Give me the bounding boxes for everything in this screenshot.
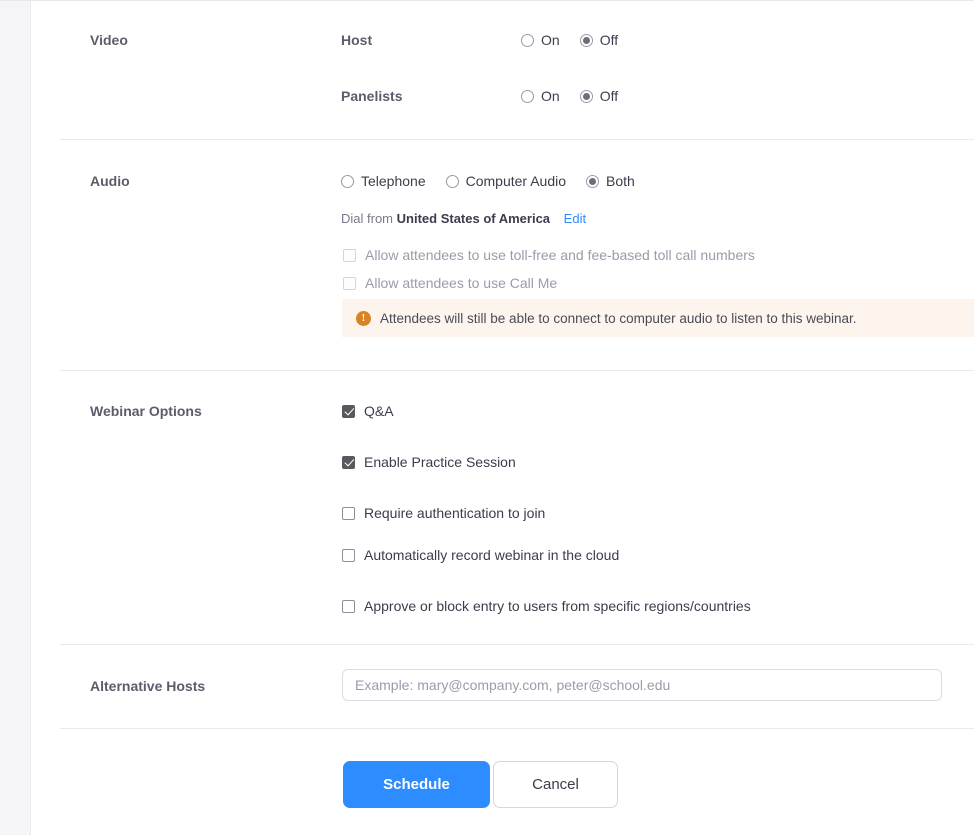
dial-from-prefix: Dial from [341, 211, 394, 226]
video-host-on-radio[interactable]: On [521, 32, 560, 48]
practice-session-checkbox-row[interactable]: Enable Practice Session [342, 454, 516, 470]
region-block-checkbox-row[interactable]: Approve or block entry to users from spe… [342, 598, 751, 614]
cancel-button[interactable]: Cancel [493, 761, 618, 808]
video-panelists-off-label: Off [599, 88, 619, 104]
audio-warning-text: Attendees will still be able to connect … [380, 310, 857, 326]
allow-tollfree-checkbox-row[interactable]: Allow attendees to use toll-free and fee… [343, 247, 755, 263]
checkbox-icon [343, 248, 356, 262]
video-host-off-label: Off [599, 32, 619, 48]
audio-warning-banner: ! Attendees will still be able to connec… [342, 299, 974, 337]
auto-record-checkbox-row[interactable]: Automatically record webinar in the clou… [342, 547, 619, 563]
qa-label: Q&A [364, 403, 394, 419]
webinar-schedule-settings-page: Video Host On Off Panelists On Off Audio… [0, 0, 974, 835]
allow-call-me-checkbox-row[interactable]: Allow attendees to use Call Me [343, 275, 557, 291]
region-block-label: Approve or block entry to users from spe… [364, 598, 751, 614]
dial-from-edit-link[interactable]: Edit [564, 211, 586, 226]
video-panelists-label: Panelists [341, 88, 403, 104]
radio-circle-icon [341, 174, 354, 188]
audio-type-radio-group[interactable]: Telephone Computer Audio Both [341, 173, 655, 189]
require-authentication-label: Require authentication to join [364, 505, 546, 521]
video-panelists-on-label: On [541, 88, 560, 104]
section-divider [60, 370, 974, 371]
alternative-hosts-label: Alternative Hosts [90, 678, 206, 694]
audio-both-radio[interactable]: Both [586, 173, 635, 189]
dial-from-country: United States of America [396, 211, 551, 226]
schedule-button[interactable]: Schedule [343, 761, 490, 808]
radio-circle-icon [521, 33, 534, 47]
audio-telephone-radio[interactable]: Telephone [341, 173, 426, 189]
checkbox-checked-icon [342, 455, 355, 469]
section-divider [60, 139, 974, 140]
video-host-on-label: On [541, 32, 560, 48]
checkbox-icon [343, 276, 356, 290]
section-divider [60, 644, 974, 645]
audio-both-label: Both [606, 173, 635, 189]
video-panelists-radio-group[interactable]: On Off [521, 88, 638, 104]
auto-record-label: Automatically record webinar in the clou… [364, 547, 620, 563]
audio-section-label: Audio [90, 173, 130, 189]
video-section-label: Video [90, 32, 128, 48]
radio-circle-selected-icon [579, 33, 593, 47]
radio-circle-selected-icon [586, 174, 600, 188]
audio-telephone-label: Telephone [361, 173, 426, 189]
radio-circle-selected-icon [579, 89, 593, 103]
alternative-hosts-input[interactable] [342, 669, 942, 701]
practice-session-label: Enable Practice Session [364, 454, 516, 470]
allow-call-me-label: Allow attendees to use Call Me [365, 275, 558, 291]
checkbox-checked-icon [342, 404, 355, 418]
video-panelists-on-radio[interactable]: On [521, 88, 560, 104]
video-host-off-radio[interactable]: Off [579, 32, 619, 48]
webinar-options-section-label: Webinar Options [90, 403, 202, 419]
qa-checkbox-row[interactable]: Q&A [342, 403, 394, 419]
checkbox-icon [342, 506, 355, 520]
settings-content: Video Host On Off Panelists On Off Audio… [32, 1, 974, 835]
video-host-label: Host [341, 32, 373, 48]
dial-from-line: Dial from United States of America Edit [341, 211, 586, 226]
checkbox-icon [342, 599, 355, 613]
video-panelists-off-radio[interactable]: Off [579, 88, 619, 104]
audio-computer-label: Computer Audio [465, 173, 567, 189]
require-authentication-checkbox-row[interactable]: Require authentication to join [342, 505, 545, 521]
video-host-radio-group[interactable]: On Off [521, 32, 638, 48]
checkbox-icon [342, 548, 355, 562]
radio-circle-icon [445, 174, 459, 188]
warning-exclamation-icon: ! [356, 310, 371, 326]
left-sidebar-rail [0, 1, 31, 835]
audio-computer-radio[interactable]: Computer Audio [445, 173, 567, 189]
radio-circle-icon [521, 89, 534, 103]
allow-tollfree-label: Allow attendees to use toll-free and fee… [365, 247, 755, 263]
section-divider [60, 728, 974, 729]
